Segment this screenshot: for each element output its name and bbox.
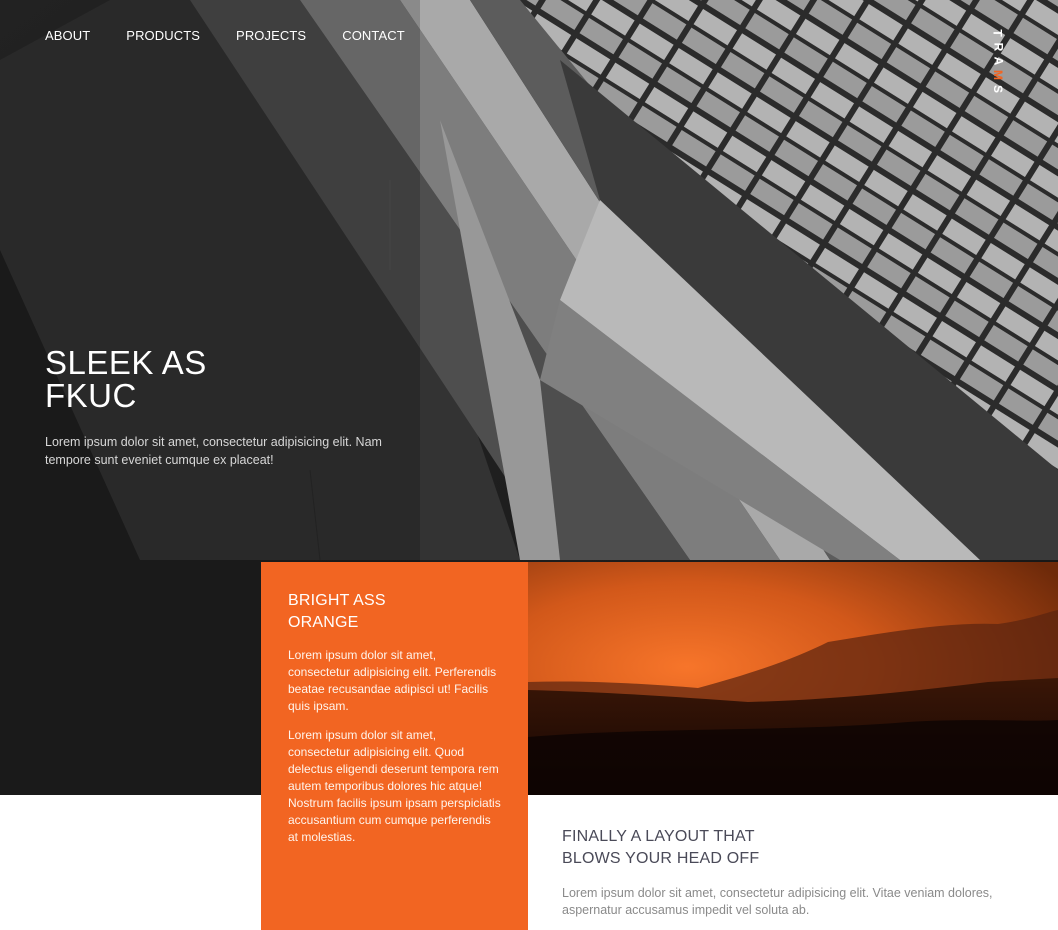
feature-title-line1: FINALLY A LAYOUT THAT (562, 828, 755, 845)
sunset-image (528, 562, 1058, 795)
main-nav: ABOUT PRODUCTS PROJECTS CONTACT (45, 29, 441, 43)
feature-title: FINALLY A LAYOUT THAT BLOWS YOUR HEAD OF… (562, 826, 1032, 870)
logo-letter: A (990, 56, 1005, 66)
feature-description: Lorem ipsum dolor sit amet, consectetur … (562, 886, 993, 917)
nav-item-products[interactable]: PRODUCTS (126, 29, 200, 43)
card-title-line1: BRIGHT ASS (288, 592, 386, 609)
nav-item-contact[interactable]: CONTACT (342, 29, 405, 43)
card-title-line2: ORANGE (288, 614, 359, 631)
logo-letter: R (990, 42, 1005, 52)
hero-title-line2: FKUC (45, 377, 137, 414)
card-title: BRIGHT ASS ORANGE (288, 590, 501, 634)
brand-logo[interactable]: T R A M S (990, 26, 1006, 96)
nav-item-about[interactable]: ABOUT (45, 29, 90, 43)
hero-description: Lorem ipsum dolor sit amet, consectetur … (45, 435, 382, 467)
logo-letter: T (991, 29, 1005, 37)
feature-title-line2: BLOWS YOUR HEAD OFF (562, 850, 760, 867)
feature-text-block: FINALLY A LAYOUT THAT BLOWS YOUR HEAD OF… (562, 826, 1032, 919)
card-paragraph: Lorem ipsum dolor sit amet, consectetur … (288, 728, 501, 844)
orange-feature-card: BRIGHT ASS ORANGE Lorem ipsum dolor sit … (261, 562, 528, 930)
logo-letter-accent: M (991, 70, 1005, 80)
nav-item-projects[interactable]: PROJECTS (236, 29, 306, 43)
hero-title-line1: SLEEK AS (45, 344, 207, 381)
logo-letter: S (990, 84, 1005, 94)
card-paragraph: Lorem ipsum dolor sit amet, consectetur … (288, 648, 497, 713)
hero-title: SLEEK AS FKUC (45, 346, 207, 412)
